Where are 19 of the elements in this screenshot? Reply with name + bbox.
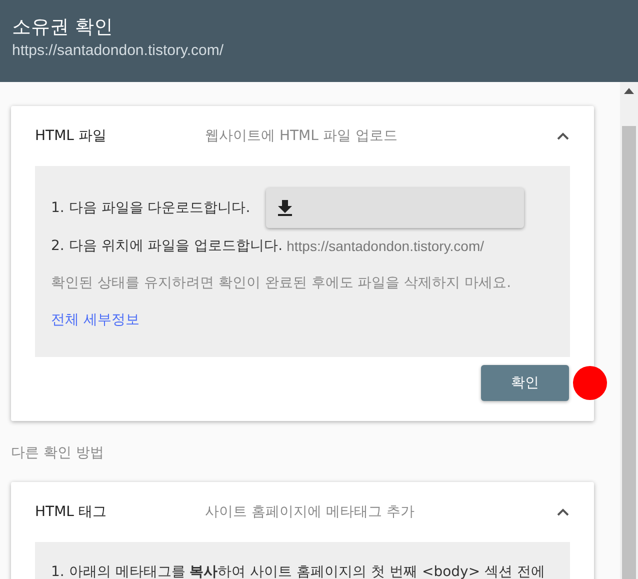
step-text: 2. 다음 위치에 파일을 업로드합니다.: [51, 237, 283, 256]
site-url: https://santadondon.tistory.com/: [12, 41, 225, 61]
chevron-up-icon[interactable]: [556, 131, 570, 141]
verify-button[interactable]: 확인: [481, 365, 569, 401]
scrollbar[interactable]: [620, 82, 638, 579]
step-text: 1. 아래의 메타태그를 복사하여 사이트 홈페이지의 첫 번째 <body> 섹션 전에: [51, 563, 546, 579]
method-description: 웹사이트에 HTML 파일 업로드: [205, 126, 398, 146]
method-description: 사이트 홈페이지에 메타태그 추가: [205, 502, 416, 522]
chevron-up-icon[interactable]: [556, 507, 570, 517]
note-text: 확인된 상태를 유지하려면 확인이 완료된 후에도 파일을 삭제하지 마세요.: [51, 274, 512, 293]
details-link[interactable]: 전체 세부정보: [51, 312, 140, 328]
section-label: 다른 확인 방법: [11, 444, 105, 463]
dialog-title: 소유권 확인: [12, 15, 114, 40]
upload-url: https://santadondon.tistory.com/: [286, 237, 484, 256]
annotation-dot: [573, 366, 607, 400]
step-text: 1. 다음 파일을 다운로드합니다.: [51, 198, 250, 218]
download-icon: [278, 200, 292, 216]
method-name: HTML 태그: [35, 502, 108, 522]
method-name: HTML 파일: [35, 126, 108, 146]
